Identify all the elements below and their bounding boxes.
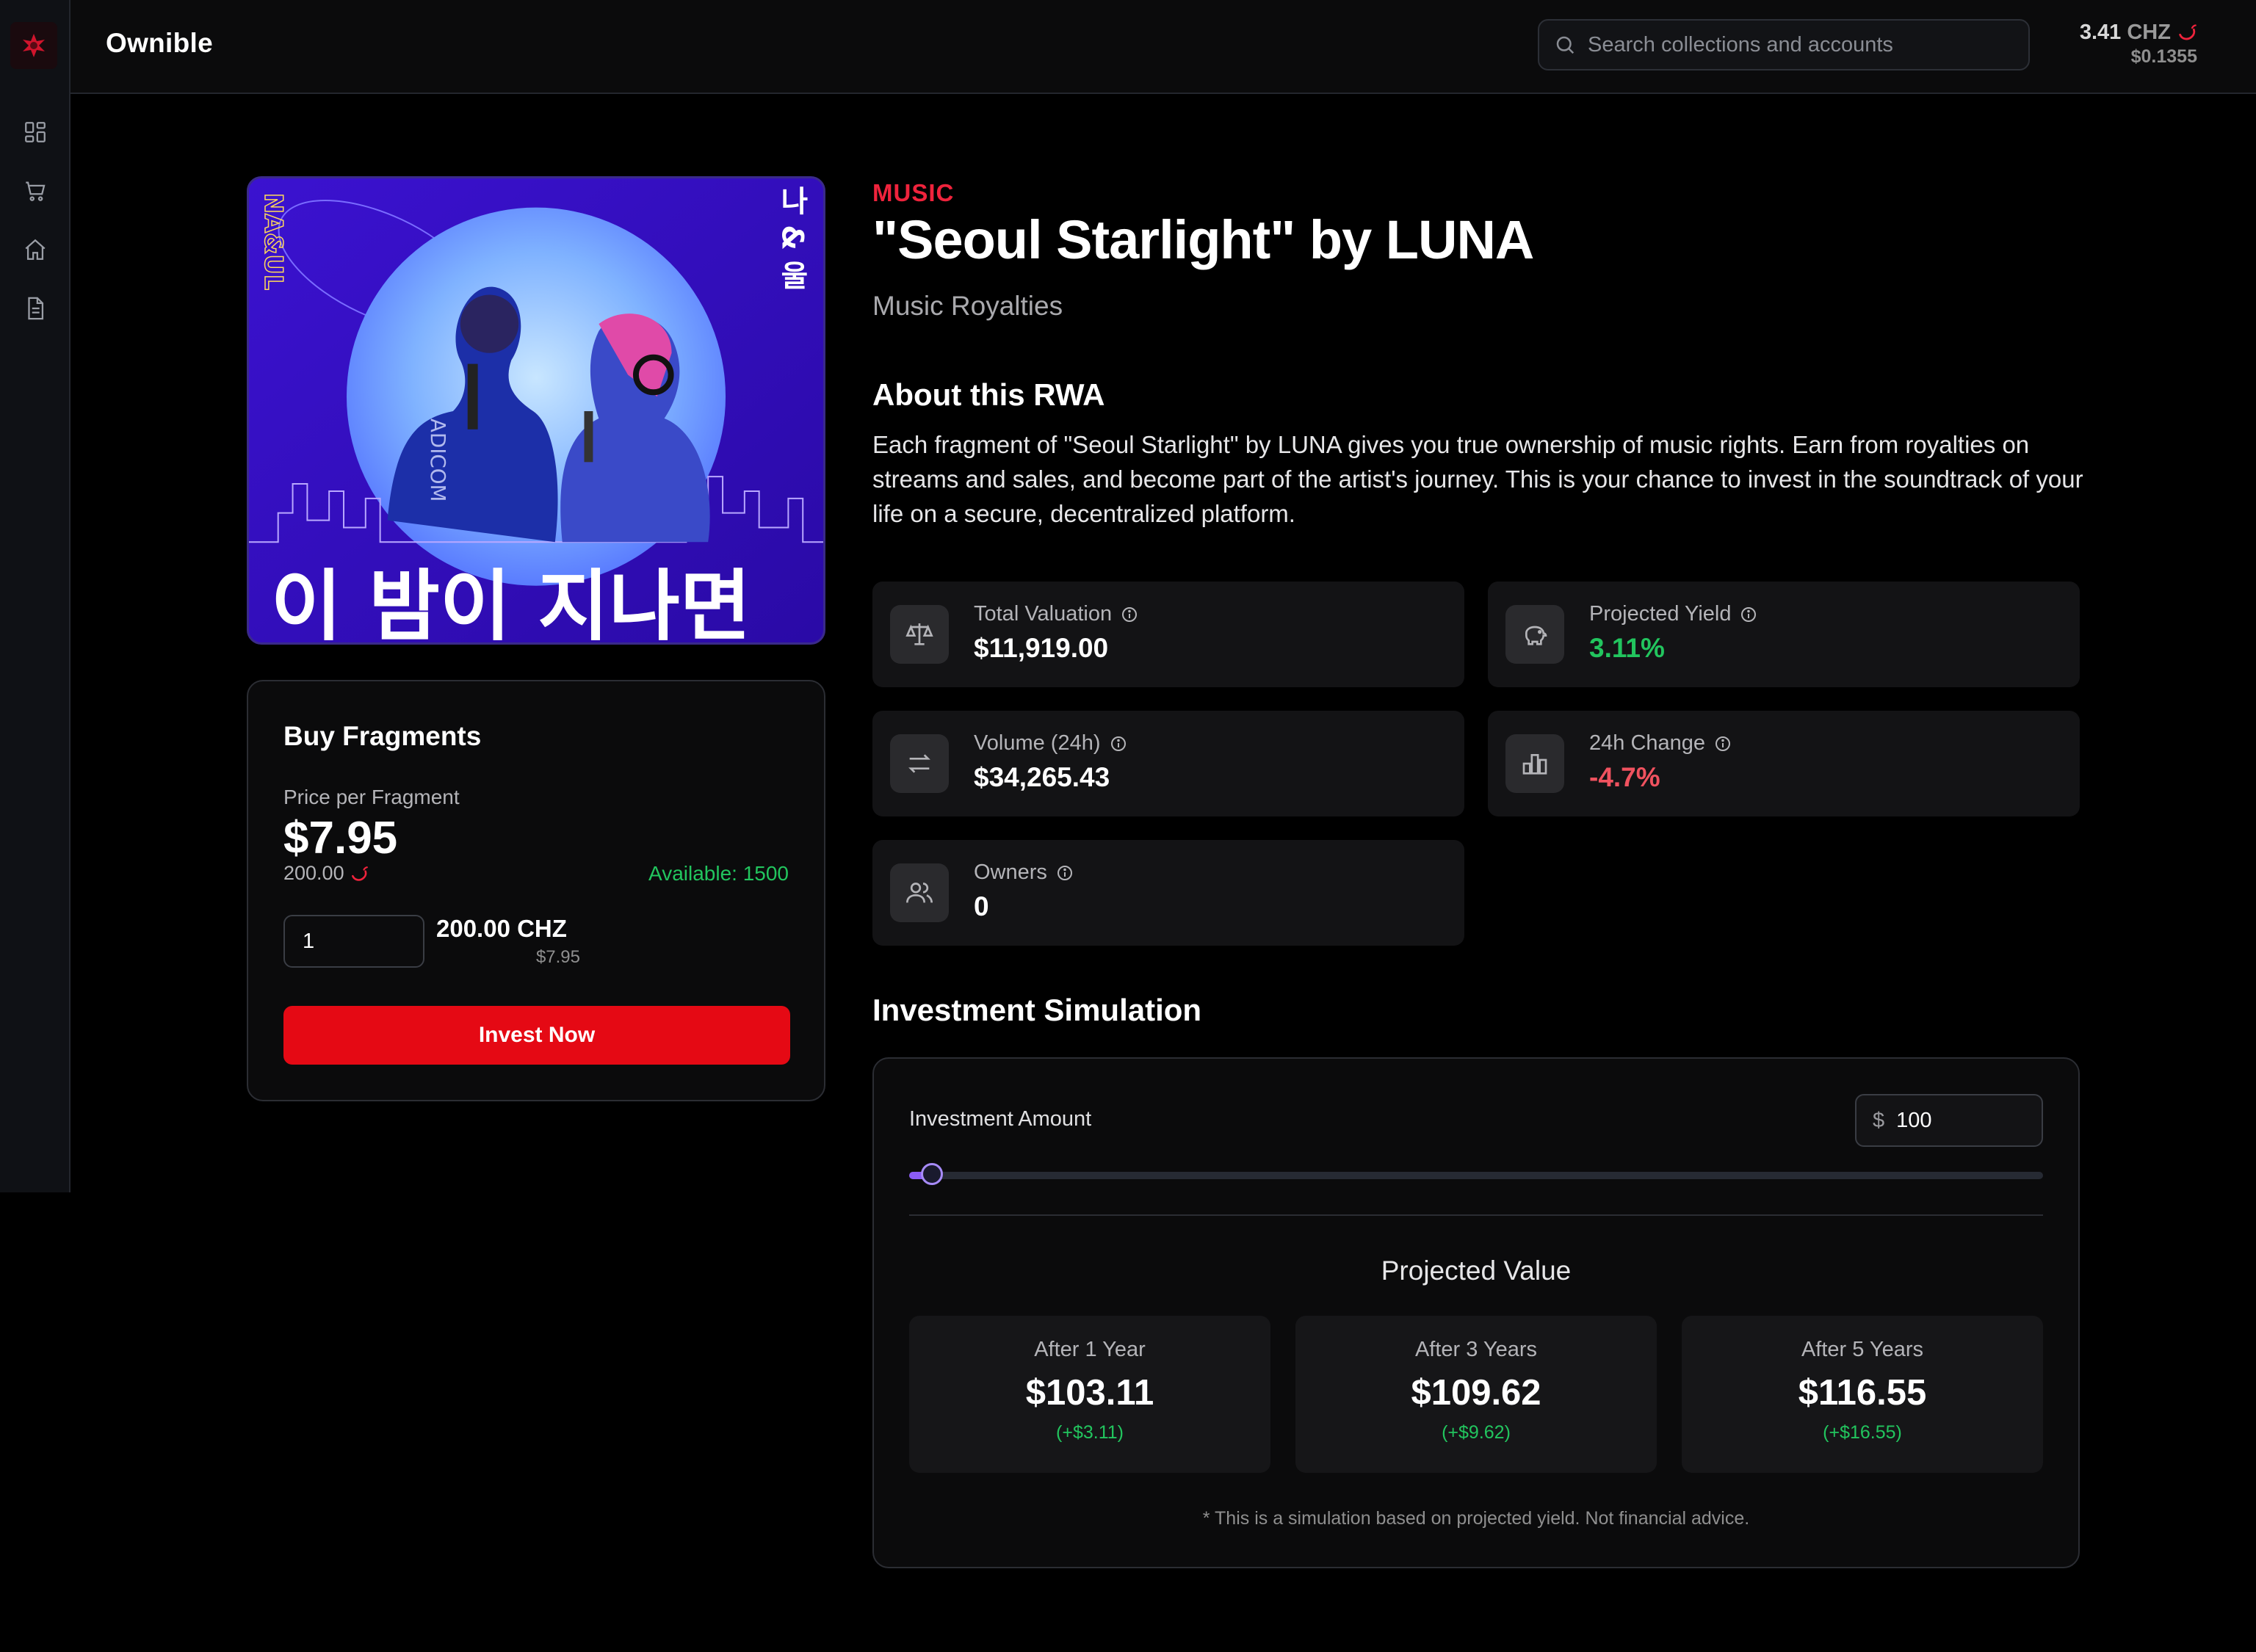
album-vertical-text: ADICOM [426, 419, 450, 502]
info-icon[interactable] [1714, 735, 1732, 753]
total-usd: $7.95 [535, 947, 580, 967]
disclaimer-text: * This is a simulation based on projecte… [1202, 1508, 1750, 1529]
stat-projected-yield: Projected Yield 3.11% [1488, 582, 2080, 687]
investment-amount-field[interactable]: $ [1855, 1094, 2043, 1147]
projection-label: After 5 Years [1801, 1338, 1924, 1361]
users-icon [890, 863, 949, 922]
category-label: MUSIC [872, 179, 955, 206]
stat-24h-change: 24h Change -4.7% [1488, 711, 2080, 816]
buy-fragments-card: Buy Fragments Price per Fragment $7.95 2… [247, 680, 825, 1101]
invest-now-button[interactable]: Invest Now [283, 1006, 790, 1065]
investment-amount-input[interactable] [1895, 1107, 2023, 1134]
wallet-balance[interactable]: 3.41 CHZ $0.1355 [2080, 21, 2197, 68]
stat-total-valuation: Total Valuation $11,919.00 [872, 582, 1464, 687]
stat-owners: Owners 0 [872, 840, 1464, 946]
buy-title: Buy Fragments [283, 721, 482, 751]
stat-value: $34,265.43 [974, 762, 1110, 792]
search-icon [1556, 36, 1574, 54]
stat-label: 24h Change [1589, 731, 1706, 755]
dashboard-icon[interactable] [19, 116, 51, 148]
investment-slider[interactable] [909, 1163, 2043, 1185]
chz-amount: 3.41 [2079, 21, 2122, 44]
stat-label: Total Valuation [974, 602, 1113, 626]
projection-card: After 1 Year $103.11 (+$3.11) [909, 1316, 1270, 1473]
album-side-text: 나 & 울 [775, 186, 809, 290]
simulation-heading: Investment Simulation [872, 993, 1202, 1027]
investment-amount-label: Investment Amount [909, 1107, 1092, 1131]
info-icon[interactable] [1110, 735, 1127, 753]
sidebar [0, 0, 70, 1192]
divider [909, 1214, 2043, 1216]
album-title-text: 이 밤이 지나면 [271, 561, 751, 642]
projection-card: After 3 Years $109.62 (+$9.62) [1295, 1316, 1657, 1473]
projection-label: After 3 Years [1414, 1338, 1538, 1361]
stat-label: Owners [974, 861, 1047, 884]
simulation-card: Investment Amount $ Projected Value Afte… [872, 1057, 2080, 1568]
stat-volume: Volume (24h) $34,265.43 [872, 711, 1464, 816]
projected-value-heading: Projected Value [1381, 1256, 1572, 1286]
price-label: Price per Fragment [283, 786, 460, 808]
projection-label: After 1 Year [1034, 1338, 1146, 1361]
total-chz: 200.00 CHZ [436, 915, 567, 942]
price-chz-value: 200.00 [283, 862, 344, 884]
cart-icon[interactable] [19, 175, 51, 207]
info-icon[interactable] [1740, 606, 1757, 623]
quantity-input[interactable] [283, 915, 424, 968]
ownible-logo[interactable] [10, 22, 57, 69]
album-cover-image: NA&UL 나 & 울 ADICOM 이 밤이 지나면 [247, 176, 825, 645]
projection-value: $109.62 [1411, 1373, 1541, 1413]
home-icon[interactable] [19, 233, 51, 266]
document-icon[interactable] [19, 292, 51, 325]
projection-gain: (+$16.55) [1823, 1422, 1902, 1443]
projection-card: After 5 Years $116.55 (+$16.55) [1682, 1316, 2043, 1473]
transfer-arrows-icon [890, 734, 949, 793]
stat-label: Projected Yield [1589, 602, 1732, 626]
projection-value: $116.55 [1798, 1373, 1927, 1413]
wallet-usd: $0.1355 [2130, 46, 2197, 67]
info-icon[interactable] [1056, 864, 1074, 882]
info-icon[interactable] [1121, 606, 1138, 623]
chiliz-pepper-icon [2179, 24, 2197, 40]
projection-value: $103.11 [1025, 1373, 1154, 1413]
stat-value: 0 [974, 891, 989, 921]
logo-mark-icon [23, 34, 45, 57]
piggy-bank-icon [1505, 605, 1564, 664]
top-bar: Ownible 3.41 CHZ $0.1355 [70, 0, 2256, 94]
projection-gain: (+$3.11) [1056, 1422, 1124, 1443]
price-value: $7.95 [283, 813, 398, 863]
stat-value: $11,919.00 [974, 633, 1109, 663]
asset-title: "Seoul Starlight" by LUNA [872, 209, 1534, 270]
stat-label: Volume (24h) [974, 731, 1101, 755]
scale-icon [890, 605, 949, 664]
search-input[interactable] [1586, 32, 2000, 58]
chz-unit: CHZ [2127, 21, 2171, 44]
currency-symbol: $ [1873, 1108, 1885, 1132]
asset-subtitle: Music Royalties [872, 291, 1063, 321]
album-band-text: NA&UL [259, 193, 288, 290]
stat-value: -4.7% [1589, 762, 1660, 792]
slider-thumb[interactable] [920, 1163, 943, 1185]
chiliz-pepper-icon [352, 866, 369, 881]
about-text: Each fragment of "Seoul Starlight" by LU… [872, 431, 2083, 527]
app-name[interactable]: Ownible [106, 28, 213, 59]
available-count: Available: 1500 [648, 862, 789, 885]
about-heading: About this RWA [872, 377, 1105, 412]
bar-chart-icon [1505, 734, 1564, 793]
search-box[interactable] [1538, 19, 2030, 70]
price-chz: 200.00 [283, 862, 369, 885]
projection-gain: (+$9.62) [1442, 1422, 1511, 1443]
stat-value: 3.11% [1589, 633, 1665, 663]
